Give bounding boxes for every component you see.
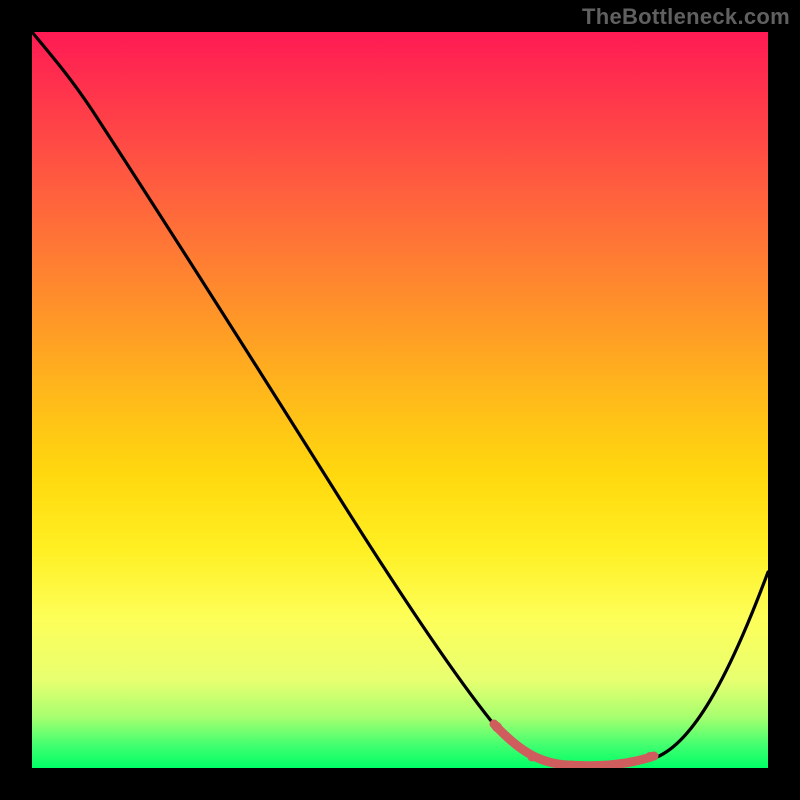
site-watermark: TheBottleneck.com xyxy=(582,4,790,30)
curve-path xyxy=(32,32,768,765)
valley-dot xyxy=(528,753,537,762)
valley-dot xyxy=(645,752,655,762)
valley-dot xyxy=(492,722,502,732)
valley-marker xyxy=(494,724,654,766)
gradient-plot-area xyxy=(32,32,768,768)
chart-frame: TheBottleneck.com xyxy=(0,0,800,800)
bottleneck-curve xyxy=(32,32,768,768)
valley-dot xyxy=(568,761,577,769)
valley-dot xyxy=(608,761,617,769)
